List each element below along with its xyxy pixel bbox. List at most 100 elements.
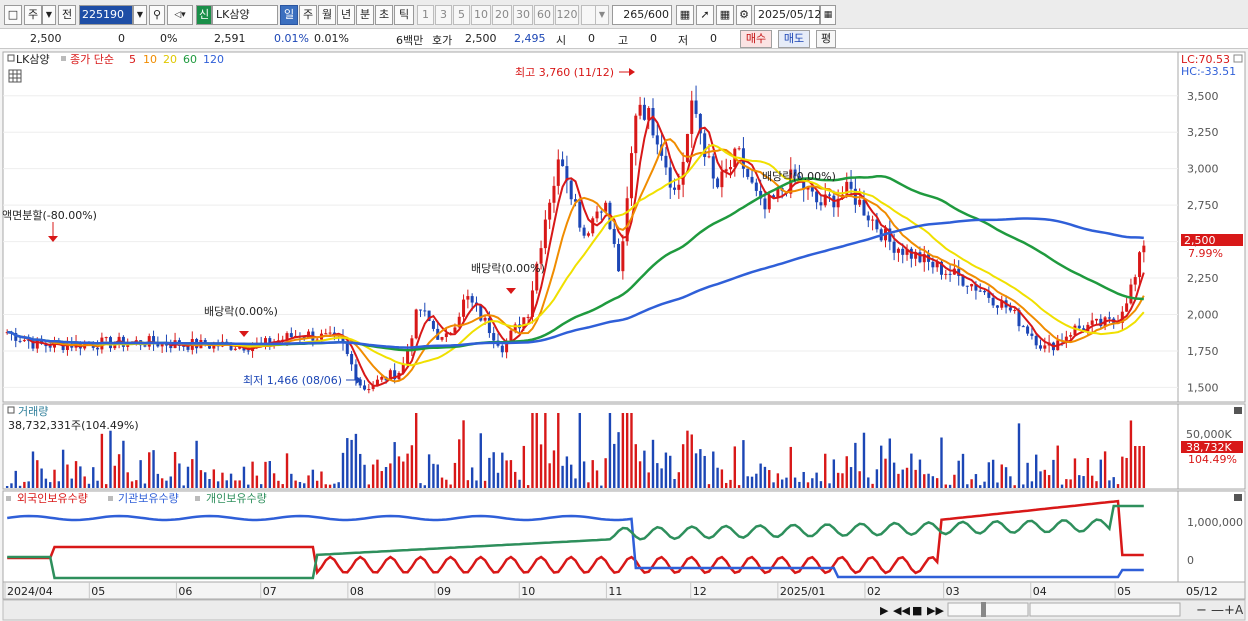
volume-bar bbox=[526, 485, 530, 488]
price-tick-label: 3,250 bbox=[1187, 126, 1219, 139]
current-price: 2,500 bbox=[30, 32, 62, 45]
volume-bar bbox=[234, 480, 237, 488]
candle-body bbox=[965, 285, 969, 287]
zoom-reset-icon[interactable]: — bbox=[1211, 603, 1224, 618]
period-tick-tab[interactable]: 틱 bbox=[394, 5, 414, 25]
volume-bar bbox=[759, 463, 762, 488]
interval-dropdown-icon[interactable]: ▼ bbox=[595, 5, 609, 25]
interval-120[interactable]: 120 bbox=[555, 5, 579, 25]
volume-bar bbox=[565, 456, 569, 488]
date-tick-label: 07 bbox=[263, 585, 277, 598]
period-second-tab[interactable]: 초 bbox=[375, 5, 393, 25]
date-tick-label: 2025/01 bbox=[780, 585, 826, 598]
interval-60[interactable]: 60 bbox=[534, 5, 554, 25]
layout-menu-icon[interactable]: □ bbox=[4, 5, 22, 25]
candle-body bbox=[233, 348, 237, 350]
volume-bar bbox=[143, 483, 147, 488]
period-year-tab[interactable]: 년 bbox=[337, 5, 355, 25]
interval-3[interactable]: 3 bbox=[435, 5, 452, 25]
candle-body bbox=[901, 248, 905, 255]
interval-10[interactable]: 10 bbox=[471, 5, 491, 25]
zoom-slider-track[interactable] bbox=[947, 602, 1029, 617]
sell-button[interactable]: 매도 bbox=[778, 30, 810, 48]
count-input[interactable]: 265/600 bbox=[612, 5, 672, 25]
volume-bar bbox=[591, 460, 594, 488]
scroll-rewind-icon[interactable]: ◀◀ bbox=[893, 604, 910, 617]
volume-bar bbox=[216, 481, 220, 488]
scroll-forward-icon[interactable]: ▶▶ bbox=[927, 604, 944, 617]
table-toggle-icon[interactable] bbox=[8, 69, 22, 83]
volume-bar bbox=[647, 472, 650, 488]
scroll-stop-icon[interactable]: ■ bbox=[912, 604, 922, 617]
volume-bar bbox=[569, 464, 573, 488]
save-icon[interactable]: ▦ bbox=[716, 5, 734, 25]
drawing-tools-icon[interactable]: ➚ bbox=[696, 5, 714, 25]
volume-bar bbox=[914, 469, 917, 488]
sin-badge[interactable]: 신 bbox=[196, 5, 212, 25]
chart-tool-strip[interactable] bbox=[1029, 602, 1181, 617]
volume-bar bbox=[888, 438, 892, 488]
volume-bar bbox=[776, 473, 780, 488]
volume-bar bbox=[229, 473, 233, 488]
gear-icon[interactable]: ⚙ bbox=[736, 5, 752, 25]
market-dropdown-icon[interactable]: ▼ bbox=[42, 5, 56, 25]
volume-bar bbox=[910, 453, 913, 488]
interval-20[interactable]: 20 bbox=[492, 5, 512, 25]
volume-bar bbox=[970, 479, 973, 488]
scroll-controls[interactable]: ▶ ◀◀ ■ ▶▶ − — + A bbox=[2, 599, 1246, 621]
candle-body bbox=[96, 347, 100, 350]
candle-body bbox=[418, 309, 422, 311]
search-icon[interactable]: ⚲ bbox=[149, 5, 165, 25]
holdings-axis-panel bbox=[1177, 490, 1246, 583]
candle-body bbox=[815, 191, 819, 203]
holdings-panel-close-icon[interactable] bbox=[1234, 494, 1242, 501]
date-input[interactable]: 2025/05/12 bbox=[754, 5, 821, 25]
chart-area[interactable]: 3,500 3,250 3,000 2,750 2,500 2,250 2,000 1,750… bbox=[0, 50, 1248, 621]
volume-panel-close-icon[interactable] bbox=[1234, 407, 1242, 414]
volume-bar bbox=[953, 474, 956, 488]
market-select[interactable]: 주 bbox=[24, 5, 42, 25]
rate-1: 0.01% bbox=[274, 32, 309, 45]
interval-30[interactable]: 30 bbox=[513, 5, 533, 25]
stock-name-field[interactable]: LK삼양 bbox=[212, 5, 278, 25]
candle-body bbox=[716, 178, 720, 188]
volume-value-label: 38,732,331주(104.49%) bbox=[8, 419, 139, 432]
zoom-slider-thumb[interactable] bbox=[981, 602, 986, 617]
volume-bar bbox=[427, 454, 431, 488]
candle-body bbox=[599, 211, 603, 213]
period-month-tab[interactable]: 월 bbox=[318, 5, 336, 25]
scroll-next-icon[interactable]: ▶ bbox=[880, 604, 889, 617]
date-tick-label: 10 bbox=[521, 585, 535, 598]
volume-bar bbox=[923, 474, 926, 488]
stock-code-input[interactable]: 225190 bbox=[79, 5, 133, 25]
period-week-tab[interactable]: 주 bbox=[299, 5, 317, 25]
jeon-button[interactable]: 전 bbox=[58, 5, 76, 25]
buy-button[interactable]: 매수 bbox=[740, 30, 772, 48]
speaker-icon[interactable]: ◁▾ bbox=[167, 5, 193, 25]
volume-bar bbox=[531, 413, 534, 488]
volume-bar bbox=[991, 459, 995, 488]
period-minute-tab[interactable]: 분 bbox=[356, 5, 374, 25]
period-day-tab[interactable]: 일 bbox=[280, 5, 298, 25]
zoom-in-icon[interactable]: + bbox=[1224, 603, 1235, 618]
code-dropdown-icon[interactable]: ▼ bbox=[133, 5, 147, 25]
volume-tick-50000k: 50,000K bbox=[1186, 428, 1232, 441]
volume-bar bbox=[539, 444, 543, 488]
auto-scale-icon[interactable]: A bbox=[1235, 603, 1244, 617]
calendar-icon[interactable]: ▦ bbox=[820, 5, 836, 25]
volume-bar bbox=[996, 482, 999, 488]
zoom-out-icon[interactable]: − bbox=[1196, 603, 1207, 618]
eval-button[interactable]: 평 bbox=[816, 30, 836, 48]
candle-body bbox=[1125, 303, 1129, 312]
volume-bar bbox=[987, 462, 991, 488]
interval-1[interactable]: 1 bbox=[417, 5, 434, 25]
date-tick-label: 04 bbox=[1033, 585, 1047, 598]
interval-5[interactable]: 5 bbox=[453, 5, 470, 25]
chart-tools-icon[interactable]: ▦ bbox=[676, 5, 694, 25]
hoga-buy: 2,495 bbox=[514, 32, 546, 45]
volume-bar bbox=[686, 430, 689, 488]
candle-body bbox=[345, 343, 349, 354]
chart-canvas[interactable]: 3,500 3,250 3,000 2,750 2,500 2,250 2,000 1,750… bbox=[0, 50, 1248, 621]
volume-bar bbox=[798, 481, 801, 488]
candle-body bbox=[561, 159, 565, 167]
